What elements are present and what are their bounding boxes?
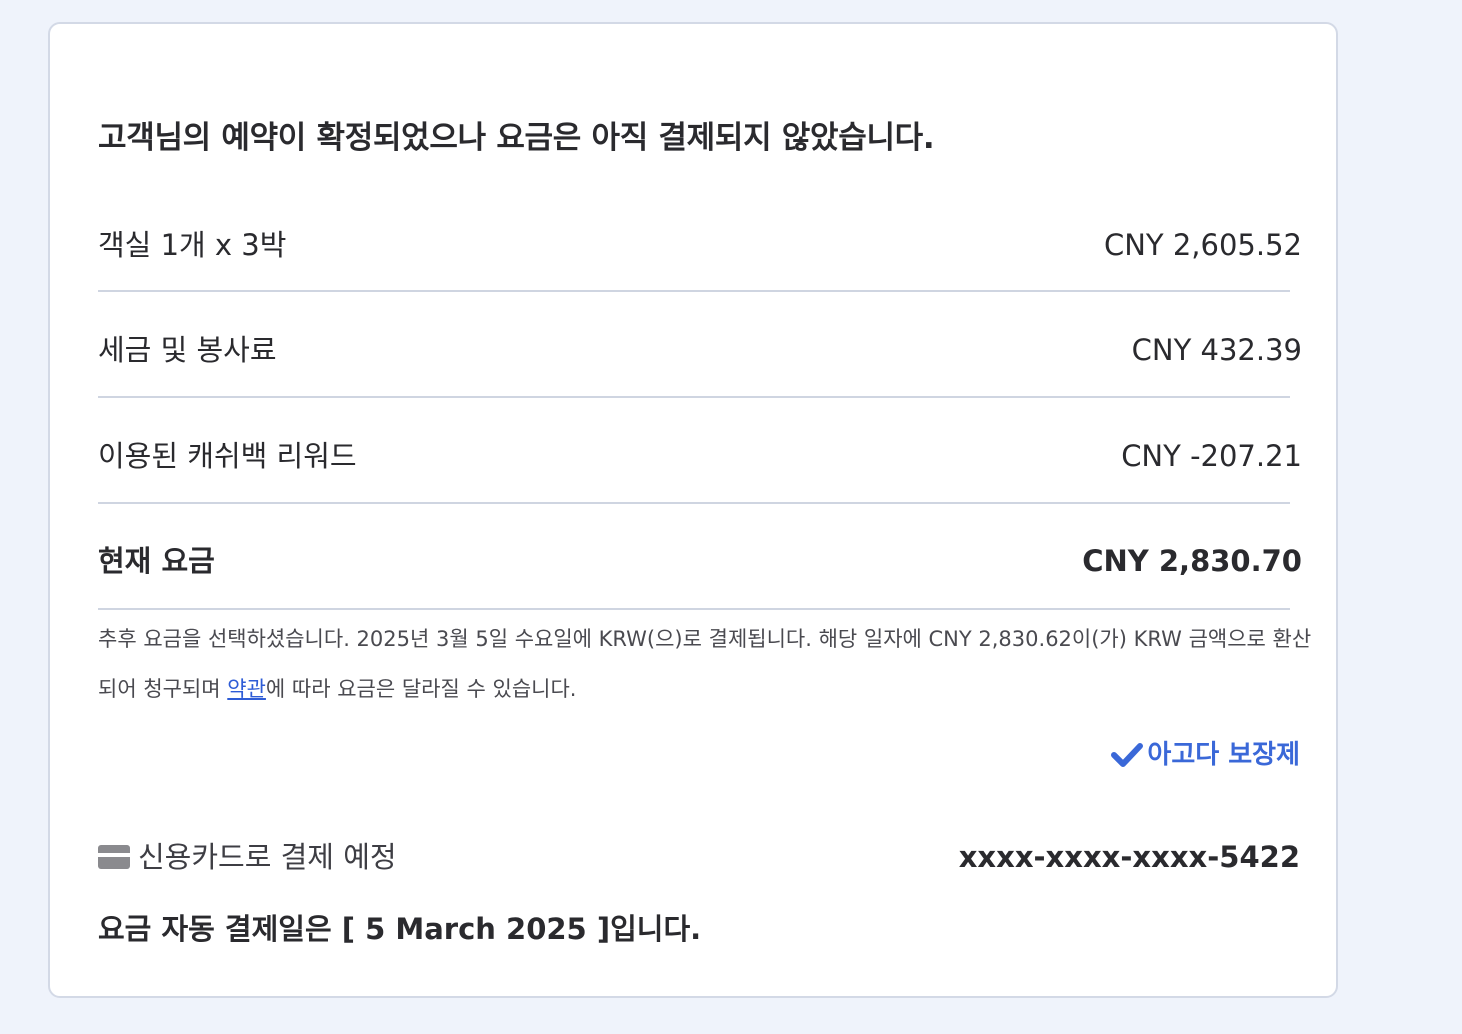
terms-link[interactable]: 약관 — [227, 677, 266, 701]
divider — [98, 290, 1290, 292]
booking-status-headline: 고객님의 예약이 확정되었으나 요금은 아직 결제되지 않았습니다. — [98, 120, 935, 156]
price-row-value: CNY -207.21 — [1121, 439, 1302, 473]
deferred-payment-note: 추후 요금을 선택하셨습니다. 2025년 3월 5일 수요일에 KRW(으)로… — [98, 614, 1318, 714]
agoda-guarantee-link[interactable]: 아고다 보장제 — [1111, 732, 1300, 778]
price-row-cashback: 이용된 캐쉬백 리워드 CNY -207.21 — [98, 403, 1302, 509]
price-row-label: 세금 및 봉사료 — [98, 333, 277, 367]
masked-card-number: xxxx-xxxx-xxxx-5422 — [958, 840, 1300, 874]
price-row-value: CNY 2,605.52 — [1103, 228, 1302, 262]
note-text-end: 에 따라 요금은 달라질 수 있습니다. — [265, 677, 577, 701]
credit-card-icon — [98, 845, 130, 869]
divider — [98, 502, 1290, 504]
payment-method-label: 신용카드로 결제 예정 — [138, 840, 397, 874]
price-row-value: CNY 432.39 — [1131, 333, 1302, 367]
price-row-taxes: 세금 및 봉사료 CNY 432.39 — [98, 297, 1302, 403]
price-row-label: 객실 1개 x 3박 — [98, 228, 287, 262]
checkmark-icon — [1111, 743, 1144, 767]
divider — [98, 396, 1290, 398]
auto-payment-date: 요금 자동 결제일은 [ 5 March 2025 ]입니다. — [98, 912, 702, 946]
price-row-room: 객실 1개 x 3박 CNY 2,605.52 — [98, 192, 1302, 298]
payment-method: 신용카드로 결제 예정 — [98, 832, 397, 882]
total-label: 현재 요금 — [98, 544, 215, 578]
total-value: CNY 2,830.70 — [1082, 544, 1302, 578]
divider — [98, 608, 1290, 610]
price-row-label: 이용된 캐쉬백 리워드 — [98, 439, 357, 473]
guarantee-label: 아고다 보장제 — [1147, 740, 1300, 770]
booking-summary-card: 고객님의 예약이 확정되었으나 요금은 아직 결제되지 않았습니다. 객실 1개… — [48, 22, 1338, 998]
price-row-total: 현재 요금 CNY 2,830.70 — [98, 508, 1302, 614]
